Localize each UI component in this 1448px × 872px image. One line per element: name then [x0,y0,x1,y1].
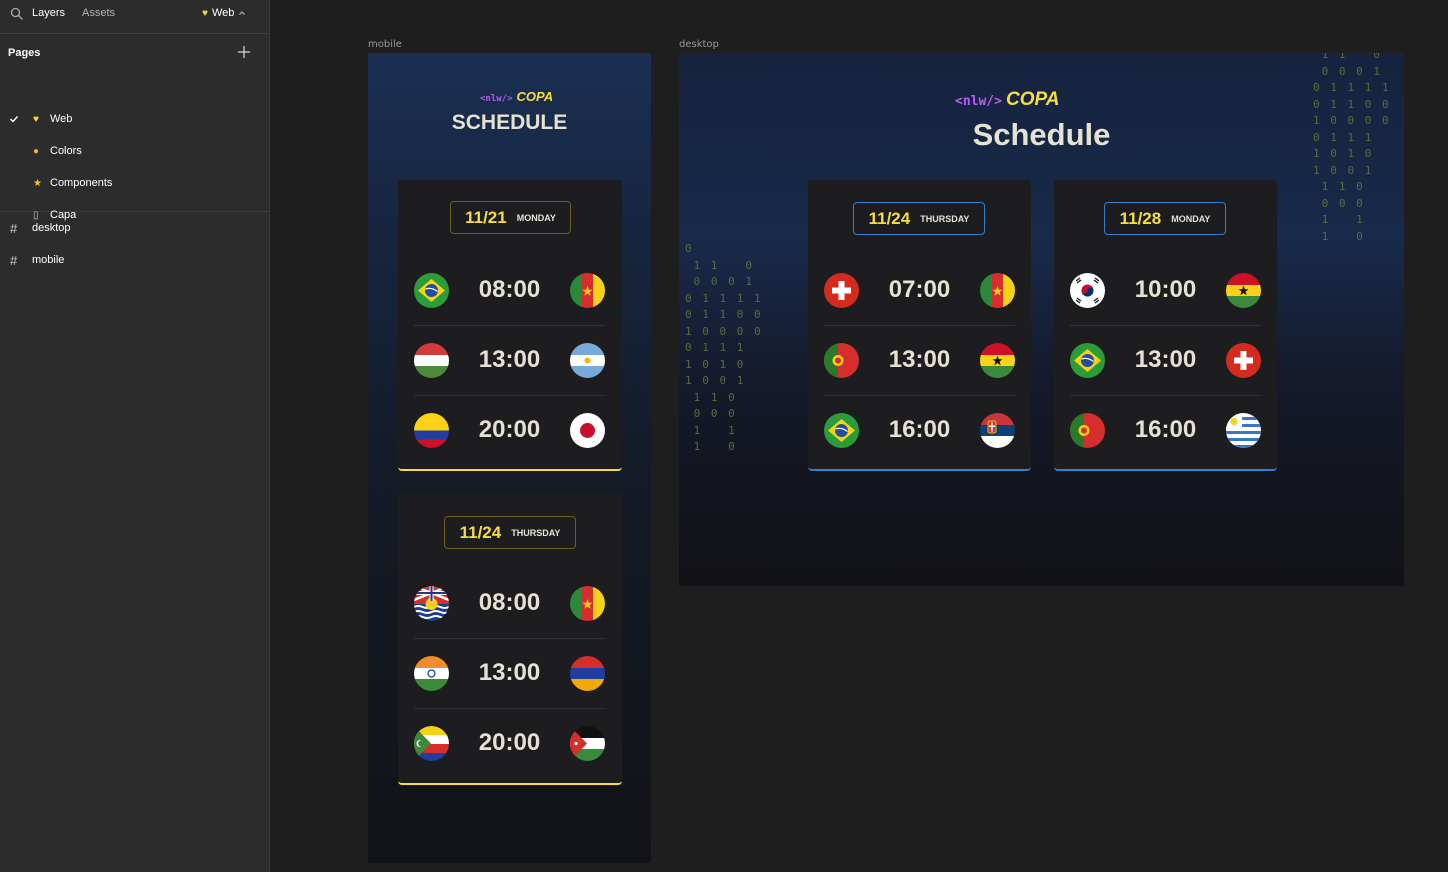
logo-nlw: <nlw/> [955,94,1002,109]
date-badge: 11/24 THURSDAY [444,516,576,549]
pages-section: Pages ♥ Web ● Colors ★ Components ▯ Capa [0,34,269,221]
row-divider [414,708,605,709]
match-row: 13:00 [1070,325,1261,395]
yellow-heart-icon: ♥ [33,113,39,125]
match-row: 13:00 [414,638,605,708]
page-item-components[interactable]: ★ Components [0,173,269,193]
tab-layers[interactable]: Layers [32,7,65,19]
layer-frame-desktop[interactable]: # desktop [0,219,269,239]
date-text: 11/24 [868,208,911,228]
cameroon-flag-icon [570,273,605,308]
row-divider [1070,395,1261,396]
armenia-flag-icon [570,656,605,691]
ghana-flag-icon [1226,273,1261,308]
match-row: 16:00 [1070,395,1261,465]
page-item-web[interactable]: ♥ Web [0,109,269,129]
match-row: 08:00 [414,255,605,325]
page-item-label: Components [50,177,113,189]
weekday-text: MONDAY [1171,213,1211,224]
logo-copa: COPA [1005,89,1060,110]
yellow-heart-icon: ♥ [202,7,208,19]
layer-label: mobile [32,254,65,266]
cameroon-flag-icon [570,586,605,621]
row-divider [414,395,605,396]
schedule-card: 11/24 THURSDAY 08:00 13:00 20:00 [398,493,622,785]
weekday-text: THURSDAY [920,213,970,224]
row-divider [414,638,605,639]
match-row: 07:00 [824,255,1015,325]
layer-frame-mobile[interactable]: # mobile [0,251,269,271]
date-badge: 11/28 MONDAY [1104,202,1226,235]
frame-hash-icon: # [10,253,18,268]
row-divider [1070,325,1261,326]
layer-label: desktop [32,222,71,234]
match-row: 10:00 [1070,255,1261,325]
current-page-label: Web [211,7,235,19]
desktop-frame[interactable]: 0 1 1 0 0 0 0 1 0 1 1 1 1 0 1 1 0 0 1 0 … [679,53,1404,586]
sidebar-topbar: Layers Assets ♥ Web [0,0,269,34]
color-palette-icon: ● [33,145,40,157]
binary-decoration-left: 0 1 1 0 0 0 0 1 0 1 1 1 1 0 1 1 0 0 1 0 … [685,242,763,453]
match-row: 16:00 [824,395,1015,465]
search-icon[interactable] [10,7,24,21]
design-editor: Layers Assets ♥ Web Pages ♥ Web ● Colors… [0,0,1448,872]
frame-label-mobile[interactable]: mobile [368,39,402,50]
date-text: 11/21 [465,207,507,227]
japan-flag-icon [570,413,605,448]
schedule-card: 11/28 MONDAY 10:00 13:00 16:00 [1054,180,1277,471]
weekday-text: THURSDAY [511,527,561,538]
match-row: 13:00 [824,325,1015,395]
checkmark-icon [10,116,19,123]
pages-title: Pages [8,47,41,59]
cameroon-flag-icon [980,273,1015,308]
row-divider [414,325,605,326]
uruguay-flag-icon [1226,413,1261,448]
argentina-flag-icon [570,343,605,378]
weekday-text: MONDAY [516,212,556,223]
schedule-card: 11/24 THURSDAY 07:00 13:00 16:00 [808,180,1031,471]
mobile-frame[interactable]: <nlw/> COPA SCHEDULE 11/21 MONDAY 08:00 1… [368,53,651,863]
layers-sidebar: Layers Assets ♥ Web Pages ♥ Web ● Colors… [0,0,270,872]
logo: <nlw/> COPA [480,89,553,104]
row-divider [824,325,1015,326]
jordan-flag-icon [570,726,605,761]
page-title: SCHEDULE [451,111,568,134]
page-switcher[interactable]: ♥ Web [202,7,246,19]
logo-copa: COPA [516,89,554,104]
date-badge: 11/24 THURSDAY [853,202,985,235]
add-page-plus-icon[interactable] [236,44,252,60]
date-text: 11/24 [459,522,502,542]
schedule-card: 11/21 MONDAY 08:00 13:00 20:00 [398,180,622,471]
match-row: 08:00 [414,568,605,638]
logo: <nlw/> COPA [955,89,1059,111]
row-divider [824,395,1015,396]
ghana-flag-icon [980,343,1015,378]
page-title: Schedule [972,117,1111,152]
match-row: 13:00 [414,325,605,395]
date-text: 11/28 [1119,208,1162,228]
match-row: 20:00 [414,395,605,465]
serbia-flag-icon [980,413,1015,448]
logo-nlw: <nlw/> [480,94,513,104]
frame-hash-icon: # [10,221,18,236]
chevron-up-icon [239,11,246,15]
match-row: 20:00 [414,708,605,778]
page-item-colors[interactable]: ● Colors [0,141,269,161]
page-item-label: Colors [50,145,82,157]
date-badge: 11/21 MONDAY [450,201,571,234]
page-item-label: Web [50,113,73,125]
frame-label-desktop[interactable]: desktop [679,39,719,50]
star-icon: ★ [33,177,42,189]
tab-assets[interactable]: Assets [82,7,115,19]
switzerland-flag-icon [1226,343,1261,378]
